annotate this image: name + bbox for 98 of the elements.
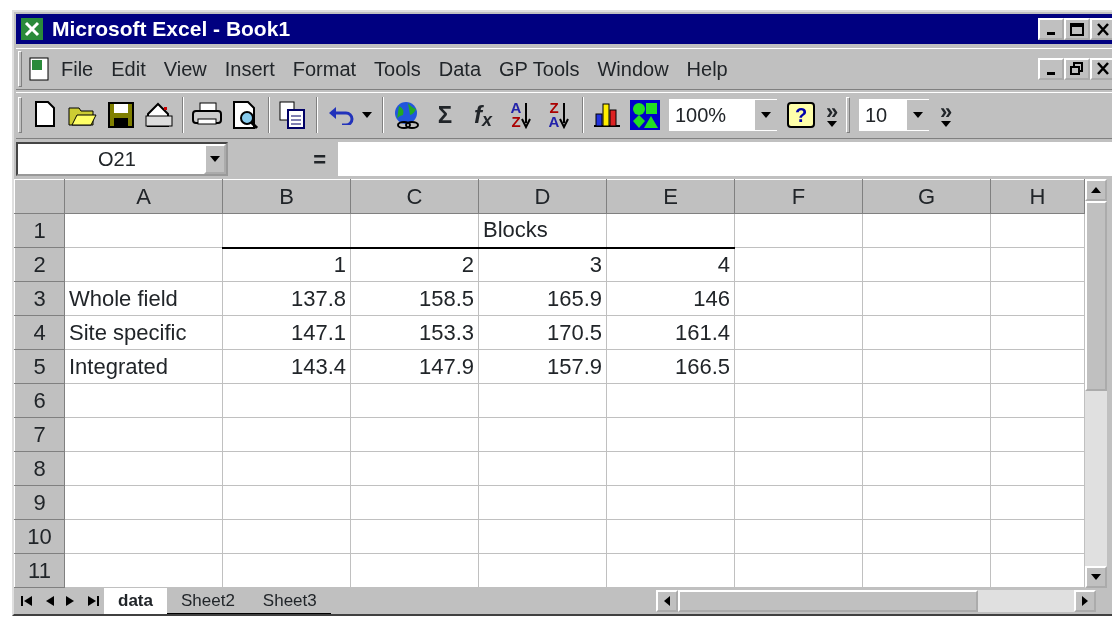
row-header[interactable]: 2 bbox=[14, 247, 65, 282]
menu-item[interactable]: Help bbox=[677, 53, 737, 84]
row-header[interactable]: 6 bbox=[14, 383, 65, 418]
caret-icon bbox=[941, 121, 951, 128]
menu-item[interactable]: Window bbox=[588, 53, 678, 84]
table-cell: 4 bbox=[606, 247, 735, 282]
row-header[interactable]: 7 bbox=[14, 417, 65, 452]
caret-icon bbox=[210, 156, 220, 162]
column-header[interactable]: H bbox=[990, 179, 1085, 214]
row-header[interactable]: 11 bbox=[14, 553, 65, 588]
minimize-icon bbox=[1047, 71, 1055, 75]
table-cell: 161.4 bbox=[606, 315, 735, 350]
maximize-icon bbox=[1069, 21, 1085, 37]
window-title: Microsoft Excel - Book1 bbox=[52, 16, 291, 43]
caret-icon bbox=[827, 121, 837, 128]
formula-equals: = bbox=[312, 145, 327, 174]
menu-item[interactable]: Edit bbox=[102, 53, 155, 84]
caret-icon bbox=[362, 112, 372, 119]
table-cell: 1 bbox=[222, 247, 351, 282]
column-header[interactable]: B bbox=[222, 179, 351, 214]
restore-button[interactable] bbox=[1064, 57, 1090, 80]
caret-icon bbox=[1091, 574, 1101, 580]
caret-icon bbox=[1091, 187, 1101, 193]
table-cell: Blocks bbox=[478, 213, 607, 248]
minimize-button[interactable] bbox=[1038, 57, 1064, 80]
document-icon bbox=[26, 55, 52, 82]
minimize-button[interactable] bbox=[1038, 18, 1064, 40]
table-cell: 158.5 bbox=[350, 281, 479, 316]
column-header[interactable]: F bbox=[734, 179, 863, 214]
close-icon bbox=[1095, 21, 1111, 37]
column-header[interactable]: E bbox=[606, 179, 735, 214]
menu-item[interactable]: Data bbox=[429, 53, 491, 84]
menu-item[interactable]: View bbox=[154, 53, 216, 84]
row-header[interactable]: 4 bbox=[14, 315, 65, 350]
table-cell: 2 bbox=[350, 247, 479, 282]
minimize-icon bbox=[1047, 32, 1055, 35]
table-cell: Site specific bbox=[64, 315, 223, 350]
menu-item[interactable]: File bbox=[52, 53, 103, 84]
down-arrow-icon bbox=[521, 101, 532, 130]
arrow-icon bbox=[1082, 596, 1088, 606]
font-size-dropdown[interactable]: 10 bbox=[858, 98, 930, 133]
shapes-icon bbox=[628, 98, 662, 133]
sheet-tab[interactable]: data bbox=[104, 588, 167, 614]
caret-icon bbox=[761, 112, 771, 119]
horizontal-scrollbar[interactable] bbox=[656, 590, 1096, 612]
undo-arrow-icon bbox=[328, 105, 354, 126]
more-buttons[interactable]: » bbox=[934, 103, 958, 128]
zoom-dropdown[interactable]: 100% bbox=[668, 98, 778, 133]
row-header[interactable]: 8 bbox=[14, 451, 65, 486]
close-button[interactable] bbox=[1090, 18, 1112, 40]
row-header[interactable]: 10 bbox=[14, 519, 65, 554]
column-header[interactable]: G bbox=[862, 179, 991, 214]
arrow-icon bbox=[664, 596, 670, 606]
table-cell: 147.9 bbox=[350, 349, 479, 384]
column-header[interactable]: C bbox=[350, 179, 479, 214]
down-arrow-icon bbox=[559, 101, 570, 130]
formula-input[interactable] bbox=[338, 142, 1112, 176]
maximize-button[interactable] bbox=[1064, 18, 1090, 40]
name-box[interactable]: O21 bbox=[16, 142, 228, 176]
table-cell: 143.4 bbox=[222, 349, 351, 384]
column-header[interactable]: D bbox=[478, 179, 607, 214]
arrow-icon bbox=[21, 595, 33, 607]
select-all-corner[interactable] bbox=[14, 179, 65, 214]
excel-logo-icon bbox=[20, 17, 44, 41]
table-cell: 3 bbox=[478, 247, 607, 282]
table-cell: 157.9 bbox=[478, 349, 607, 384]
arrow-icon bbox=[87, 595, 99, 607]
row-header[interactable]: 9 bbox=[14, 485, 65, 520]
table-cell: Integrated bbox=[64, 349, 223, 384]
menu-item[interactable]: Format bbox=[283, 53, 366, 84]
function-button[interactable]: f$_{x}$ bbox=[464, 96, 502, 135]
restore-icon bbox=[1069, 61, 1085, 77]
close-button[interactable] bbox=[1090, 57, 1112, 80]
row-header[interactable]: 1 bbox=[14, 213, 65, 248]
table-cell: 147.1 bbox=[222, 315, 351, 350]
more-buttons[interactable]: » bbox=[820, 103, 844, 128]
scroll-up-button[interactable] bbox=[1085, 179, 1107, 201]
table-cell: 137.8 bbox=[222, 281, 351, 316]
table-cell: 165.9 bbox=[478, 281, 607, 316]
caret-icon bbox=[913, 112, 923, 119]
menu-item[interactable]: GP Tools bbox=[490, 53, 589, 84]
scroll-down-button[interactable] bbox=[1085, 566, 1107, 588]
scroll-thumb[interactable] bbox=[1085, 201, 1107, 391]
table-cell: 153.3 bbox=[350, 315, 479, 350]
column-header[interactable]: A bbox=[64, 179, 223, 214]
vertical-scrollbar[interactable] bbox=[1085, 179, 1107, 588]
sum-button[interactable]: Σ bbox=[426, 96, 464, 135]
close-icon bbox=[1095, 61, 1111, 77]
sort-button[interactable]: A Z bbox=[502, 96, 540, 135]
table-cell: 166.5 bbox=[606, 349, 735, 384]
menu-item[interactable]: Tools bbox=[365, 53, 430, 84]
sort-button[interactable]: Z A bbox=[540, 96, 578, 135]
table-cell: 170.5 bbox=[478, 315, 607, 350]
menu-item[interactable]: Insert bbox=[215, 53, 284, 84]
row-header[interactable]: 5 bbox=[14, 349, 65, 384]
table-cell: 146 bbox=[606, 281, 735, 316]
table-cell: Whole field bbox=[64, 281, 223, 316]
row-header[interactable]: 3 bbox=[14, 281, 65, 316]
